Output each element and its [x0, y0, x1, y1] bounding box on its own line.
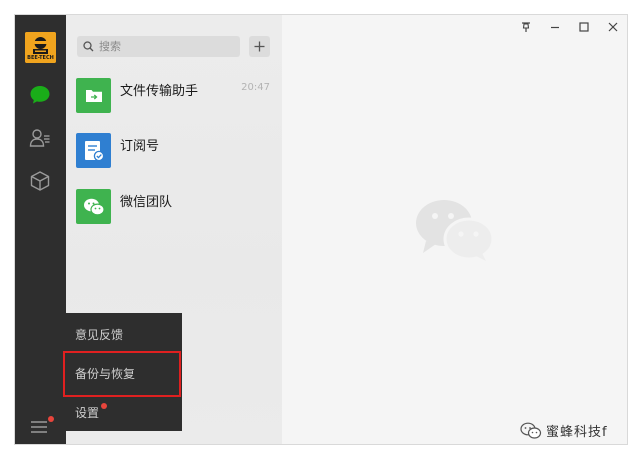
minimize-icon [551, 26, 559, 29]
menu-item-feedback[interactable]: 意见反馈 [66, 315, 182, 353]
maximize-icon [579, 22, 589, 32]
conversation-area [282, 15, 627, 444]
search-box[interactable] [77, 36, 240, 57]
chat-name: 文件传输助手 [120, 84, 199, 99]
avatar-label: BEE-TECH [27, 55, 54, 61]
menu-notification-badge [48, 416, 54, 422]
chat-time: 20:47 [241, 82, 270, 93]
maximize-button[interactable] [577, 20, 591, 34]
search-icon [83, 41, 94, 52]
chat-bubble-icon [30, 86, 50, 104]
more-menu-button[interactable] [30, 419, 50, 435]
avatar[interactable]: BEE-TECH [25, 32, 56, 63]
sidebar-item-contacts[interactable] [27, 125, 53, 151]
minimize-button[interactable] [548, 20, 562, 34]
watermark: 蜜蜂科技f [520, 421, 608, 440]
hamburger-menu-icon [31, 421, 47, 433]
search-input[interactable] [99, 40, 229, 53]
chat-avatar [76, 133, 111, 168]
contacts-icon [29, 129, 50, 147]
screenshot-stage: BEE-TECH 搜索 文件传输助手 20:47 订阅号 微信团队 意见反馈 备… [0, 0, 640, 459]
plus-icon [254, 41, 265, 52]
chat-avatar [76, 189, 111, 224]
chat-item-subscriptions[interactable]: 订阅号 [66, 129, 282, 181]
highlight-box [63, 351, 181, 397]
sidebar-item-chats[interactable] [27, 82, 53, 108]
chat-item-wechat-team[interactable]: 微信团队 [66, 185, 282, 237]
chat-avatar [76, 78, 111, 113]
document-check-icon [84, 140, 104, 161]
settings-notification-badge [101, 403, 107, 409]
sidebar-rail: BEE-TECH [15, 15, 66, 444]
pin-icon [522, 22, 530, 32]
chat-name: 微信团队 [120, 195, 173, 210]
folder-arrow-icon [85, 90, 102, 102]
wechat-watermark-icon [520, 422, 542, 439]
menu-item-settings[interactable]: 设置 [66, 393, 182, 431]
cube-icon [30, 171, 50, 191]
watermark-text: 蜜蜂科技f [546, 425, 608, 440]
wechat-logo-icon [83, 198, 105, 216]
wechat-placeholder-icon [416, 200, 495, 261]
pin-button[interactable] [519, 20, 533, 34]
close-button[interactable] [606, 20, 620, 34]
close-icon [608, 22, 618, 32]
chat-name: 订阅号 [120, 139, 160, 154]
sidebar-item-favorites[interactable] [27, 168, 53, 194]
add-chat-button[interactable] [249, 36, 270, 57]
chat-item-file-transfer[interactable]: 文件传输助手 20:47 [66, 72, 282, 124]
